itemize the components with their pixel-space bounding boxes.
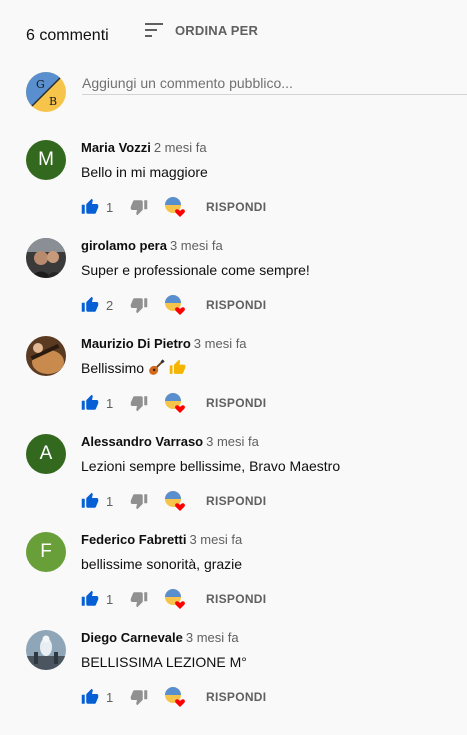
comment-actions: 1 RISPONDI (81, 196, 266, 218)
author-name[interactable]: Maria Vozzi (81, 140, 151, 155)
comment-actions: 1 RISPONDI (81, 490, 266, 512)
creator-heart-icon (165, 687, 185, 707)
author-name[interactable]: Alessandro Varraso (81, 434, 203, 449)
comment-header: Maria Vozzi 2 mesi fa (81, 140, 207, 156)
sort-button[interactable]: ORDINA PER (145, 22, 258, 38)
creator-heart-icon (165, 295, 185, 315)
avatar-letter: M (38, 149, 54, 170)
like-count: 2 (106, 297, 114, 313)
comment-text-body: BELLISSIMA LEZIONE M° (81, 654, 247, 670)
comment-text-body: Lezioni sempre bellissime, Bravo Maestro (81, 458, 341, 474)
avatar-letter: A (39, 443, 53, 464)
reply-button[interactable]: RISPONDI (206, 200, 266, 214)
comment-actions: 1 RISPONDI (81, 686, 266, 708)
comment-item: F Federico Fabretti 3 mesi fa bellissime … (26, 532, 467, 622)
like-count: 1 (106, 591, 114, 607)
comment-time[interactable]: 3 mesi fa (170, 238, 223, 253)
reply-button[interactable]: RISPONDI (206, 298, 266, 312)
dislike-icon[interactable] (130, 394, 148, 412)
comment-time[interactable]: 3 mesi fa (194, 336, 247, 351)
comment-time[interactable]: 3 mesi fa (189, 532, 242, 547)
like-count: 1 (106, 395, 114, 411)
like-icon[interactable] (81, 492, 99, 510)
avatar-letter: F (40, 541, 52, 562)
comment-item: Maurizio Di Pietro 3 mesi fa Bellissimo 1… (26, 336, 467, 426)
comments-header: 6 commenti (26, 22, 109, 50)
add-comment-input[interactable] (82, 72, 467, 95)
channel-initial-b: B (49, 95, 57, 108)
comment-actions: 1 RISPONDI (81, 588, 266, 610)
author-name[interactable]: Maurizio Di Pietro (81, 336, 191, 351)
comment-header: Federico Fabretti 3 mesi fa (81, 532, 242, 548)
comment-text: Bello in mi maggiore (81, 162, 208, 182)
like-icon[interactable] (81, 394, 99, 412)
channel-avatar: G B (26, 72, 66, 112)
avatar[interactable]: A (26, 434, 66, 474)
like-count: 1 (106, 689, 114, 705)
creator-heart-icon (165, 197, 185, 217)
reply-button[interactable]: RISPONDI (206, 494, 266, 508)
comment-item: A Alessandro Varraso 3 mesi fa Lezioni se… (26, 434, 467, 524)
comment-text-body: bellissime sonorità, grazie (81, 556, 243, 572)
like-count: 1 (106, 493, 114, 509)
like-icon[interactable] (81, 590, 99, 608)
creator-heart-icon (165, 589, 185, 609)
avatar[interactable] (26, 238, 66, 278)
guitar-emoji-icon (149, 359, 165, 375)
creator-heart-icon (165, 491, 185, 511)
comment-text: Lezioni sempre bellissime, Bravo Maestro (81, 456, 340, 476)
comment-time[interactable]: 2 mesi fa (154, 140, 207, 155)
comment-count: 6 commenti (26, 27, 109, 44)
comment-header: girolamo pera 3 mesi fa (81, 238, 223, 254)
comment-text: Bellissimo (81, 358, 186, 378)
comment-header: Diego Carnevale 3 mesi fa (81, 630, 239, 646)
dislike-icon[interactable] (130, 296, 148, 314)
sort-label: ORDINA PER (175, 22, 259, 38)
dislike-icon[interactable] (130, 198, 148, 216)
like-icon[interactable] (81, 296, 99, 314)
reply-button[interactable]: RISPONDI (206, 396, 266, 410)
comment-text: bellissime sonorità, grazie (81, 554, 242, 574)
thumbs-up-emoji-icon (169, 359, 186, 374)
comment-actions: 2 RISPONDI (81, 294, 266, 316)
channel-initial-g: G (36, 78, 45, 91)
avatar[interactable]: M (26, 140, 66, 180)
avatar[interactable]: F (26, 532, 66, 572)
author-name[interactable]: Federico Fabretti (81, 532, 186, 547)
author-name[interactable]: girolamo pera (81, 238, 167, 253)
reply-button[interactable]: RISPONDI (206, 690, 266, 704)
dislike-icon[interactable] (130, 688, 148, 706)
like-icon[interactable] (81, 688, 99, 706)
comment-time[interactable]: 3 mesi fa (186, 630, 239, 645)
comment-text-body: Super e professionale come sempre! (81, 262, 310, 278)
comment-actions: 1 RISPONDI (81, 392, 266, 414)
comment-text: BELLISSIMA LEZIONE M° (81, 652, 247, 672)
like-count: 1 (106, 199, 114, 215)
creator-heart-icon (165, 393, 185, 413)
comment-time[interactable]: 3 mesi fa (206, 434, 259, 449)
like-icon[interactable] (81, 198, 99, 216)
comment-text-body: Bellissimo (81, 360, 145, 376)
comment-item: girolamo pera 3 mesi fa Super e professio… (26, 238, 467, 328)
comment-text: Super e professionale come sempre! (81, 260, 310, 280)
avatar[interactable] (26, 336, 66, 376)
comment-item: M Maria Vozzi 2 mesi fa Bello in mi maggi… (26, 140, 467, 230)
comment-text-body: Bello in mi maggiore (81, 164, 208, 180)
dislike-icon[interactable] (130, 590, 148, 608)
avatar[interactable] (26, 630, 66, 670)
sort-icon (145, 23, 163, 37)
comment-item: Diego Carnevale 3 mesi fa BELLISSIMA LEZI… (26, 630, 467, 720)
dislike-icon[interactable] (130, 492, 148, 510)
comment-header: Alessandro Varraso 3 mesi fa (81, 434, 259, 450)
add-comment-box: G B (26, 72, 467, 112)
author-name[interactable]: Diego Carnevale (81, 630, 183, 645)
reply-button[interactable]: RISPONDI (206, 592, 266, 606)
comment-header: Maurizio Di Pietro 3 mesi fa (81, 336, 247, 352)
